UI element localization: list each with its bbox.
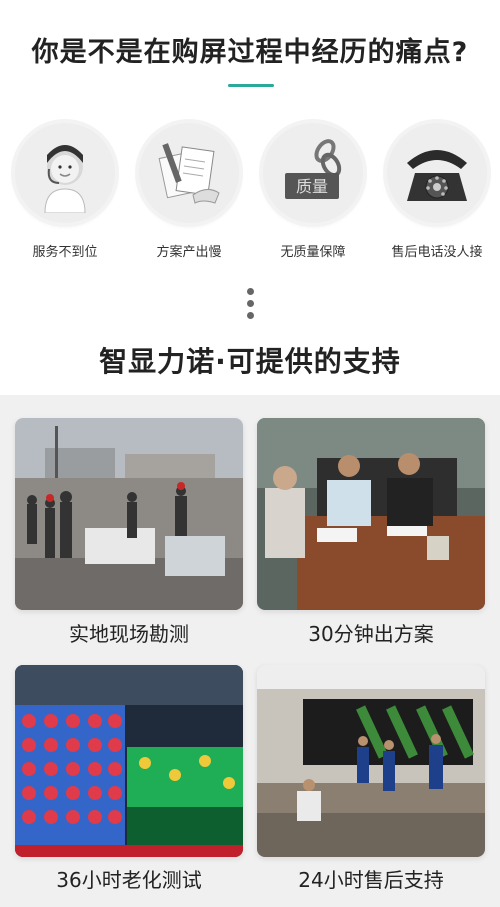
headline-underline [228, 84, 274, 87]
led-aging-test-photo [15, 665, 243, 857]
meeting-photo [257, 418, 485, 610]
pain-point-quality: 质量 无质量保障 [258, 123, 368, 260]
dot [246, 312, 254, 319]
dot [246, 288, 254, 295]
support-label: 30分钟出方案 [308, 622, 434, 646]
customer-service-icon [15, 123, 115, 223]
pain-point-after-sales: 售后电话没人接 [382, 123, 492, 260]
pain-point-label: 无质量保障 [280, 245, 346, 260]
pain-point-service: 服务不到位 [10, 123, 120, 260]
support-label: 36小时老化测试 [56, 868, 202, 892]
support-label: 实地现场勘测 [69, 622, 189, 646]
support-section: 实地现场勘测 30分钟出方案 36小时老化测试 24小时售后支持 [0, 395, 500, 907]
more-dots-indicator [246, 288, 254, 324]
telephone-icon [387, 123, 487, 223]
stamp-text: 质量 [296, 177, 328, 196]
support-card-site-survey[interactable] [15, 418, 243, 610]
pain-point-label: 售后电话没人接 [391, 245, 483, 260]
pain-point-proposal: 方案产出慢 [134, 123, 244, 260]
pain-points-row: 服务不到位 方案产出慢 质量 无质量保障 售后电话没人接 [0, 123, 500, 263]
support-card-proposal[interactable] [257, 418, 485, 610]
quality-chain-icon: 质量 [263, 123, 363, 223]
support-section-title: 智显力诺·可提供的支持 [99, 345, 401, 378]
pain-points-section: 你是不是在购屏过程中经历的痛点? 服务不到位 方案产出慢 质量 无质量保障 售后… [0, 0, 500, 395]
site-survey-photo [15, 418, 243, 610]
documents-icon [139, 123, 239, 223]
after-sales-photo [257, 665, 485, 857]
support-card-after-sales[interactable] [257, 665, 485, 857]
support-card-aging-test[interactable] [15, 665, 243, 857]
support-label: 24小时售后支持 [298, 868, 444, 892]
pain-point-label: 服务不到位 [32, 245, 98, 260]
page-headline: 你是不是在购屏过程中经历的痛点? [31, 37, 469, 68]
dot [246, 300, 254, 307]
pain-point-label: 方案产出慢 [156, 245, 222, 260]
